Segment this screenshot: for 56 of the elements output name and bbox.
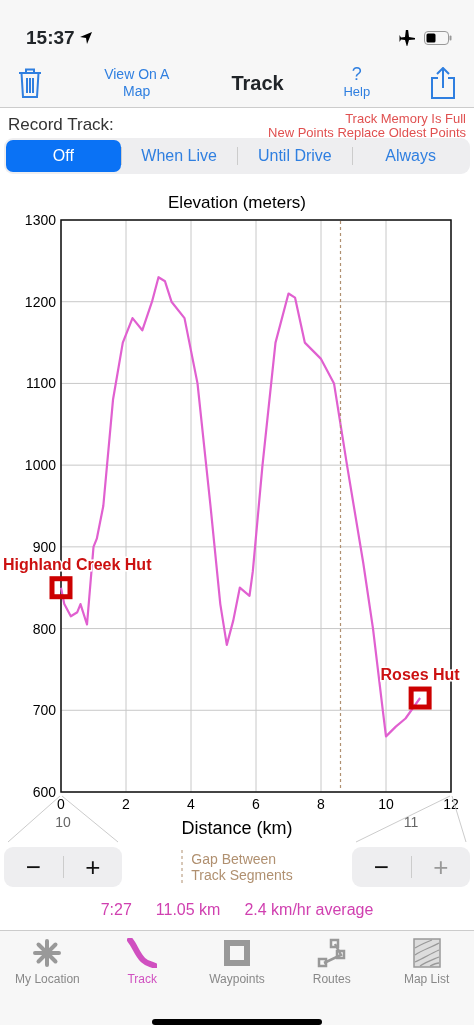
y-tick-label: 800	[32, 620, 56, 637]
warning-text: New Points Replace Oldest Points	[268, 126, 466, 140]
view-on-map-link[interactable]: View On A Map	[101, 65, 172, 100]
segment-tab[interactable]: Off	[6, 140, 121, 172]
track-line-icon	[127, 938, 158, 968]
waypoint-marker[interactable]	[49, 576, 73, 600]
y-tick-label: 1200	[24, 293, 56, 310]
tab-bar-item[interactable]: Track	[94, 937, 190, 989]
x-tick-label: 8	[317, 796, 325, 812]
zoom-out-button[interactable]: −	[4, 853, 63, 881]
y-tick-label: 1100	[25, 375, 56, 392]
tab-bar-item[interactable]: Waypoints	[189, 937, 285, 989]
legend-text: Gap Between	[191, 851, 278, 867]
zoom-level-label: 10	[55, 814, 71, 830]
x-tick-label: 6	[252, 796, 260, 812]
x-tick-label: 0	[57, 796, 65, 812]
warning-text: Track Memory Is Full	[344, 112, 466, 126]
waypoint-marker[interactable]	[408, 686, 432, 710]
track-stat: 7:27	[100, 900, 132, 920]
clock-time: 15:37	[26, 25, 75, 50]
x-tick-label: 10	[378, 796, 394, 812]
route-icon	[316, 938, 347, 968]
track-stat: 2.4 km/hr average	[244, 900, 374, 920]
y-tick-label: 600	[32, 784, 56, 800]
airplane-icon	[398, 30, 416, 46]
square-icon	[222, 938, 252, 968]
zoom-in-button[interactable]: +	[63, 853, 122, 881]
trash-icon[interactable]	[18, 67, 42, 98]
x-axis-title: Distance (km)	[181, 818, 293, 838]
y-tick-label: 1000	[24, 457, 56, 474]
legend-text: Track Segments	[191, 867, 293, 883]
segment-tab[interactable]: Until Drive	[237, 140, 353, 172]
chart-title: Elevation (meters)	[168, 193, 306, 212]
tab-bar-item[interactable]: Routes	[284, 937, 380, 989]
zoom-level-label: 11	[403, 814, 419, 830]
asterisk-icon	[32, 938, 63, 968]
x-tick-label: 12	[443, 796, 459, 812]
x-tick-label: 2	[122, 796, 130, 812]
segment-tab[interactable]: When Live	[121, 140, 237, 172]
zoom-out-button[interactable]: −	[352, 853, 411, 881]
tab-bar-item[interactable]: Map List	[379, 937, 474, 989]
record-track-label: Record Track:	[8, 114, 114, 136]
segment-tab[interactable]: Always	[353, 140, 468, 172]
tab-bar-item[interactable]: My Location	[0, 937, 95, 989]
y-tick-label: 1300	[24, 212, 56, 228]
track-stat: 11.05 km	[155, 900, 221, 920]
help-button[interactable]: ? Help	[343, 65, 371, 100]
y-tick-label: 700	[32, 702, 56, 719]
screen-title: Track	[231, 70, 284, 96]
share-icon[interactable]	[429, 66, 456, 99]
map-thumbnail-icon	[411, 938, 442, 968]
gap-line-icon	[181, 850, 184, 884]
location-arrow-icon	[78, 31, 93, 45]
battery-icon	[424, 31, 452, 45]
y-tick-label: 900	[32, 538, 56, 555]
x-tick-label: 4	[187, 796, 195, 812]
